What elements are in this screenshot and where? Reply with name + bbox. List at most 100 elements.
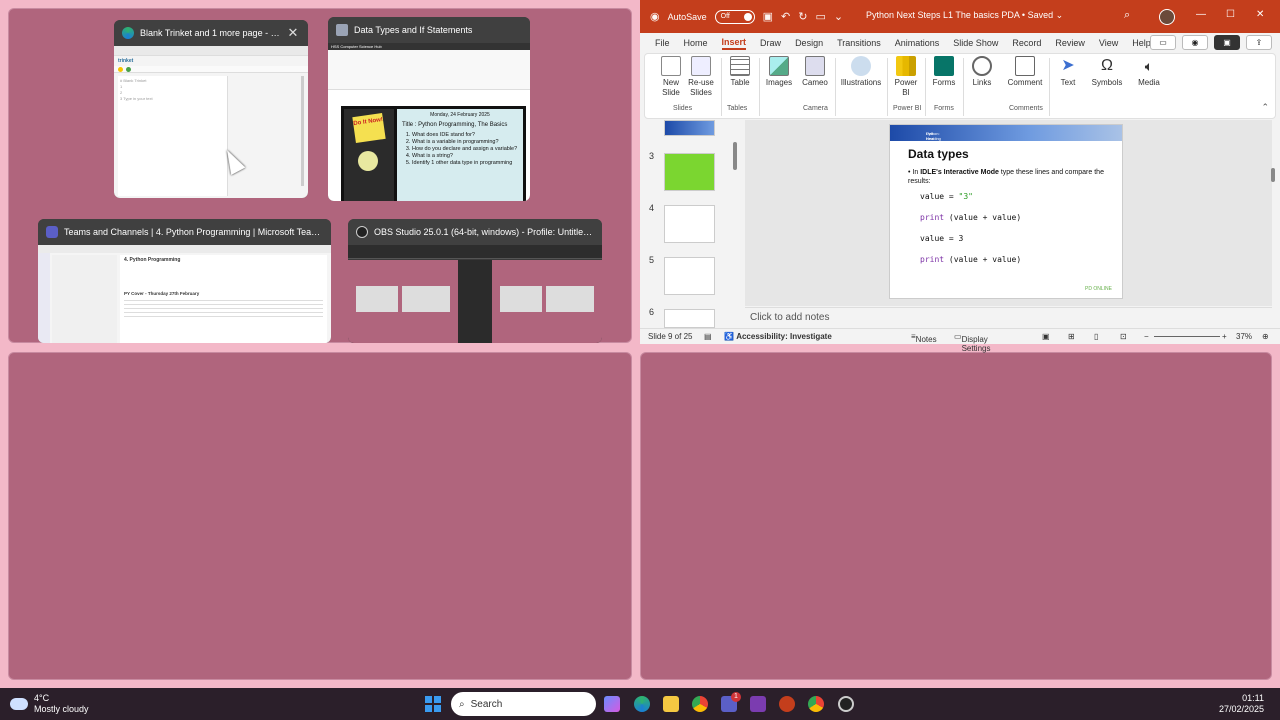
reuse-slides-button[interactable]: Re-use Slides: [685, 56, 717, 98]
search-icon[interactable]: ⌕: [1124, 9, 1130, 22]
present-teams-icon[interactable]: ▣: [1214, 35, 1240, 50]
thumbnail-scrollbar[interactable]: [733, 142, 737, 170]
text-button[interactable]: ➤ Text: [1053, 56, 1083, 88]
notes-pane[interactable]: Click to add notes: [745, 307, 1272, 327]
teams-icon[interactable]: 1: [721, 692, 741, 712]
edge-icon[interactable]: [634, 696, 650, 712]
media-button[interactable]: 🔈︎ Media: [1133, 56, 1165, 88]
spellcheck-icon[interactable]: ▤: [704, 332, 712, 341]
comment-button[interactable]: Comment: [1005, 56, 1045, 88]
slide-thumbnail[interactable]: [664, 120, 715, 136]
tab-animations[interactable]: Animations: [895, 38, 940, 48]
weather-widget[interactable]: 4°C Mostly cloudy: [10, 693, 89, 715]
weather-temp: 4°C: [34, 693, 50, 703]
onenote-icon[interactable]: [750, 696, 766, 712]
copilot-icon[interactable]: [604, 696, 620, 712]
powerpoint-icon[interactable]: [779, 696, 795, 712]
taskbar-search[interactable]: ⌕ Search: [451, 692, 596, 716]
channel-name: 4. Python Programming: [124, 257, 181, 263]
window-thumbnail-teams[interactable]: Teams and Channels | 4. Python Programmi…: [38, 219, 331, 343]
forms-label: Forms: [932, 78, 956, 87]
share-icon[interactable]: ⇪: [1246, 35, 1272, 50]
current-slide[interactable]: Unit Heading Python: Next steps Data type…: [889, 124, 1123, 299]
zoom-level[interactable]: 37%: [1236, 332, 1252, 341]
tab-transitions[interactable]: Transitions: [837, 38, 881, 48]
window-thumbnail-obs[interactable]: OBS Studio 25.0.1 (64-bit, windows) - Pr…: [348, 219, 602, 343]
media-label: Media: [1138, 78, 1160, 87]
code-keyword: print: [920, 213, 945, 222]
normal-view-icon[interactable]: ▣: [1042, 332, 1050, 341]
tab-help[interactable]: Help: [1132, 38, 1151, 48]
window-thumbnail-powerpoint[interactable]: Data Types and If Statements HSS Compute…: [328, 17, 530, 201]
window-thumbnail-edge[interactable]: Blank Trinket and 1 more page - Perso...…: [114, 20, 308, 198]
autosave-toggle[interactable]: Off: [714, 9, 755, 24]
accessibility-status[interactable]: ♿ Accessibility: Investigate: [724, 332, 832, 341]
links-button[interactable]: Links: [967, 56, 997, 88]
redo-icon[interactable]: ↻: [798, 10, 807, 23]
fit-slide-icon[interactable]: ⊕: [1262, 332, 1269, 341]
system-clock[interactable]: 01:11 27/02/2025: [1219, 693, 1264, 715]
slide-scrollbar[interactable]: [1271, 168, 1275, 182]
comments-icon[interactable]: ▭: [1150, 35, 1176, 50]
tab-insert[interactable]: Insert: [721, 37, 747, 50]
zoom-in-icon[interactable]: +: [1222, 332, 1227, 341]
tab-file[interactable]: File: [655, 38, 670, 48]
zoom-out-icon[interactable]: −: [1144, 332, 1149, 341]
tab-draw[interactable]: Draw: [760, 38, 781, 48]
present-icon[interactable]: ▭: [815, 10, 825, 23]
tab-home[interactable]: Home: [684, 38, 708, 48]
thumbnail-title: OBS Studio 25.0.1 (64-bit, windows) - Pr…: [374, 227, 594, 237]
tab-design[interactable]: Design: [795, 38, 823, 48]
reading-view-icon[interactable]: ▯: [1094, 332, 1098, 341]
new-slide-button[interactable]: New Slide: [655, 56, 687, 98]
tab-review[interactable]: Review: [1055, 38, 1085, 48]
text-label: Text: [1060, 78, 1076, 87]
slide-thumbnail[interactable]: [664, 309, 715, 328]
post-title: PY Cover - Thursday 27th February: [124, 291, 200, 296]
snap-zone-bottom-left[interactable]: [8, 352, 632, 680]
power-bi-label: Power BI: [894, 78, 918, 97]
tab-slide-show[interactable]: Slide Show: [953, 38, 998, 48]
chrome-icon[interactable]: [692, 696, 708, 712]
tab-view[interactable]: View: [1099, 38, 1118, 48]
tab-record[interactable]: Record: [1012, 38, 1041, 48]
thumbnail-preview: trinket # Blank Trinket 1 2 3 Type in yo…: [114, 46, 308, 198]
forms-button[interactable]: Forms: [929, 56, 959, 88]
notes-button[interactable]: ≡ Notes: [911, 332, 937, 344]
zoom-slider[interactable]: [1154, 336, 1220, 337]
file-explorer-icon[interactable]: [663, 696, 679, 712]
save-icon[interactable]: ▣: [763, 10, 773, 23]
start-button[interactable]: [425, 696, 441, 712]
record-icon[interactable]: ◉: [1182, 35, 1208, 50]
slide-thumbnail[interactable]: [664, 153, 715, 191]
chrome-profile-icon[interactable]: [808, 696, 824, 712]
collapse-ribbon-icon[interactable]: ⌃: [1261, 102, 1269, 113]
maximize-icon[interactable]: ☐: [1226, 9, 1235, 20]
undo-icon[interactable]: ↶: [781, 10, 790, 23]
ribbon-divider: [887, 58, 888, 116]
slide-thumbnail[interactable]: [664, 205, 715, 243]
notes-label: Notes: [915, 335, 937, 344]
minimize-icon[interactable]: —: [1196, 9, 1206, 20]
avatar[interactable]: [1159, 9, 1175, 25]
obs-icon[interactable]: [838, 696, 854, 712]
display-settings-button[interactable]: ▭ Display Settings: [954, 332, 990, 353]
slide-sorter-icon[interactable]: ⊞: [1068, 332, 1075, 341]
ribbon-divider: [759, 58, 760, 116]
close-icon[interactable]: ✕: [1256, 9, 1264, 20]
illustrations-button[interactable]: Illustrations: [839, 56, 883, 88]
slideshow-view-icon[interactable]: ⊡: [1120, 332, 1127, 341]
document-title[interactable]: Python Next Steps L1 The basics PDA • Sa…: [866, 10, 1063, 21]
symbols-button[interactable]: Ω Symbols: [1089, 56, 1125, 88]
close-icon[interactable]: ✕: [286, 25, 300, 41]
thumbnail-title: Blank Trinket and 1 more page - Perso...: [140, 28, 280, 38]
table-button[interactable]: Table: [725, 56, 755, 88]
cameo-button[interactable]: Cameo: [799, 56, 831, 88]
bullet-bold: IDLE's Interactive Mode: [920, 169, 999, 176]
slide-thumbnail[interactable]: [664, 257, 715, 295]
customize-icon[interactable]: ⌄: [834, 10, 843, 23]
power-bi-button[interactable]: Power BI: [891, 56, 921, 98]
ribbon-divider: [835, 58, 836, 116]
snap-zone-bottom-right[interactable]: [640, 352, 1272, 680]
images-button[interactable]: Images: [763, 56, 795, 88]
